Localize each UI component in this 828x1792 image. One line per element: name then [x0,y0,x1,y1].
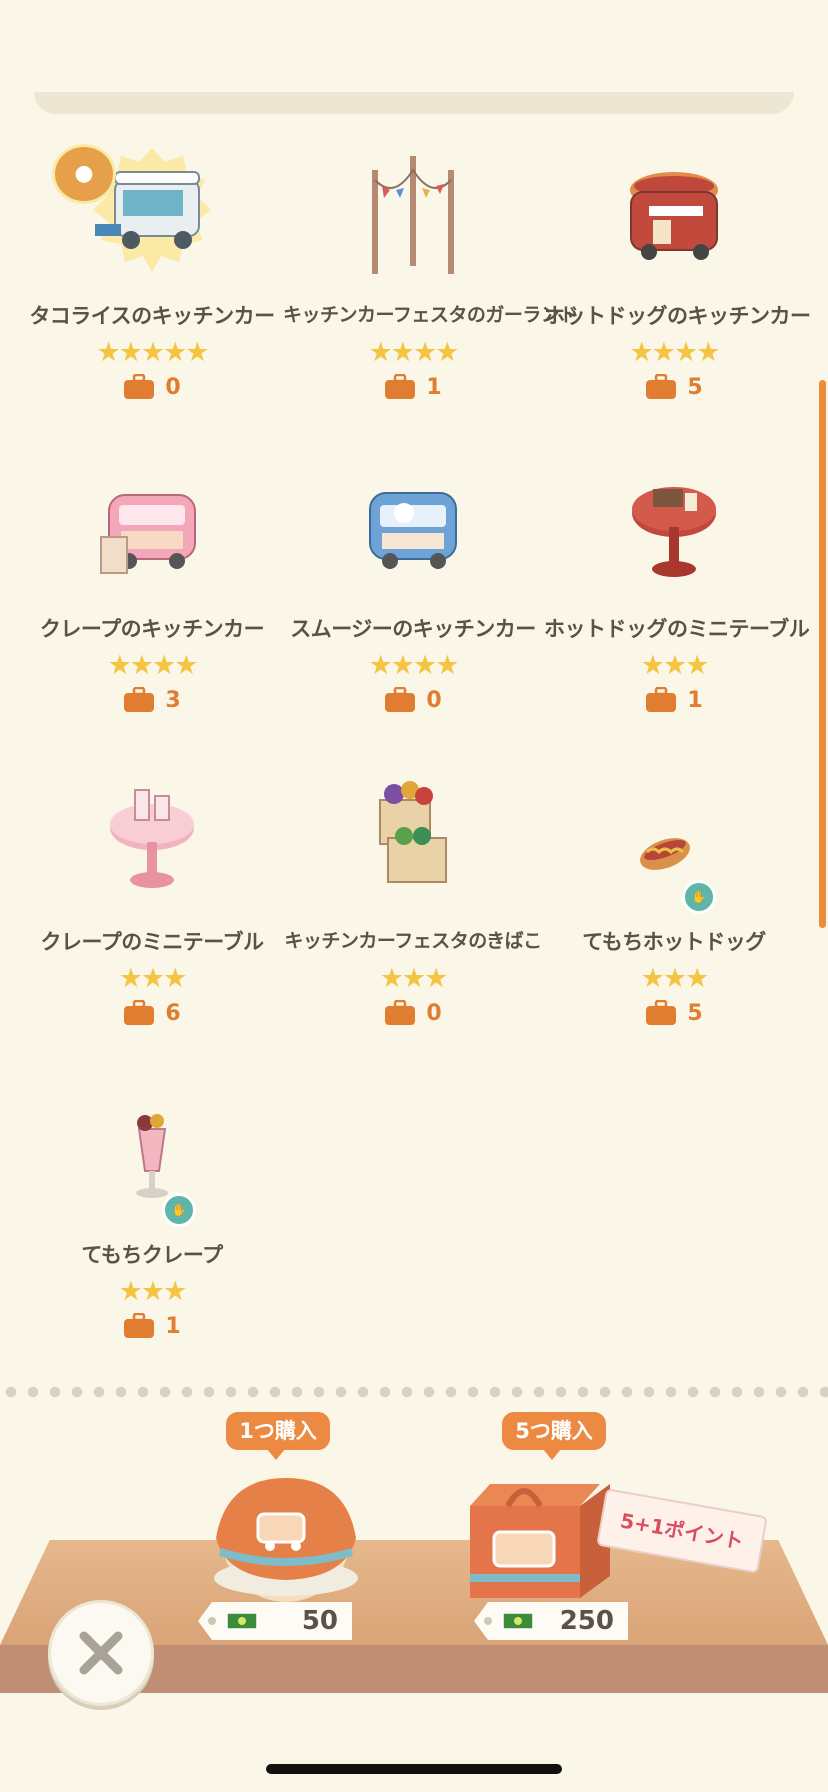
owned-count: 3 [165,687,181,713]
owned-count-row: 1 [283,372,543,402]
item-name: タコライスのキッチンカー [29,304,275,328]
crepe-kitchen-car-image [87,453,217,593]
owned-count-row: 3 [22,685,282,715]
leaf-ticket-icon [226,1612,258,1630]
owned-count: 1 [687,687,703,713]
suitcase-icon [646,374,677,399]
suitcase-icon [124,687,155,712]
hot-dog-kitchen-car-image [609,140,739,280]
smoothie-kitchen-car-image [348,453,478,593]
owned-count: 1 [165,1313,181,1339]
hand-badge-icon: ✋ [682,880,716,914]
item-card[interactable]: クレープのキッチンカー ★★★★ 3 [22,453,282,723]
suitcase-icon [124,374,155,399]
owned-count-row: 5 [544,998,804,1028]
suitcase-icon [646,1000,677,1025]
rarity-stars: ★★★ [118,1276,188,1307]
item-card[interactable]: クレープのミニテーブル ★★★ 6 [22,766,282,1036]
item-card[interactable]: キッチンカーフェスタのきばこ ★★★ 0 [283,766,543,1036]
owned-count-row: 5 [544,372,804,402]
item-name: クレープのミニテーブル [40,930,264,954]
item-name: ホットドッグのキッチンカー [544,304,811,328]
rarity-stars: ★★★ [118,963,188,994]
owned-count: 5 [687,1000,703,1026]
rarity-stars: ★★★★ [107,650,199,681]
rarity-stars: ★★★★ [368,650,460,681]
buy-five-price: 250 [559,1606,614,1636]
item-card[interactable]: ● タコライスのキッチンカー ★★★★★ 0 [22,140,282,410]
hot-dog-mini-table-image [609,453,739,593]
fortune-cookie-image[interactable] [196,1468,376,1602]
item-name: てもちクレープ [81,1243,223,1267]
crepe-mini-table-image [87,766,217,906]
buy-five-price-tag: 250 [474,1602,628,1640]
owned-count: 0 [426,687,442,713]
leaf-ticket-icon [502,1612,534,1630]
item-grid: ● タコライスのキッチンカー ★★★★★ 0 キッチンカーフェスタのガーランド … [0,0,828,1370]
owned-count-row: 1 [544,685,804,715]
hand-badge-icon: ✋ [162,1193,196,1227]
handheld-hot-dog-image [609,766,739,906]
owned-count: 6 [165,1000,181,1026]
suitcase-icon [124,1313,155,1338]
rarity-stars: ★★★★ [629,337,721,368]
villager-face-icon: ● [52,144,116,204]
close-button[interactable] [48,1600,154,1706]
close-icon [79,1631,123,1675]
handheld-crepe-image [87,1079,217,1219]
footer-area [0,1693,828,1792]
rarity-stars: ★★★ [379,963,449,994]
owned-count: 5 [687,374,703,400]
buy-five-label: 5つ購入 [502,1412,606,1460]
suitcase-icon [124,1000,155,1025]
owned-count: 0 [165,374,181,400]
item-card[interactable]: キッチンカーフェスタのガーランド ★★★★ 1 [283,140,578,410]
item-name: キッチンカーフェスタのガーランド [283,304,578,326]
item-card[interactable]: ✋ てもちホットドッグ ★★★ 5 [544,766,804,1036]
owned-count-row: 6 [22,998,282,1028]
suitcase-icon [646,687,677,712]
owned-count: 1 [426,374,442,400]
item-card[interactable]: ✋ てもちクレープ ★★★ 1 [22,1079,282,1349]
item-name: てもちホットドッグ [582,930,766,954]
rarity-stars: ★★★ [640,650,710,681]
rarity-stars: ★★★★ [368,337,460,368]
item-card[interactable]: ホットドッグのミニテーブル ★★★ 1 [544,453,810,723]
buy-one-price-tag: 50 [198,1602,352,1640]
item-card[interactable]: ホットドッグのキッチンカー ★★★★ 5 [544,140,811,410]
item-name: ホットドッグのミニテーブル [544,617,810,641]
item-name: クレープのキッチンカー [39,617,265,641]
buy-one-label: 1つ購入 [226,1412,330,1460]
owned-count-row: 0 [22,372,282,402]
item-name: キッチンカーフェスタのきばこ [284,930,542,952]
item-name: スムージーのキッチンカー [290,617,536,641]
home-indicator[interactable] [266,1764,562,1774]
owned-count-row: 0 [283,998,543,1028]
rarity-stars: ★★★★★ [96,337,209,368]
suitcase-icon [385,374,416,399]
suitcase-icon [385,687,416,712]
buy-one-price: 50 [301,1606,338,1636]
owned-count-row: 1 [22,1311,282,1341]
suitcase-icon [385,1000,416,1025]
section-divider [0,1386,828,1398]
kitchen-car-festa-garland-image [348,140,478,280]
item-card[interactable]: スムージーのキッチンカー ★★★★ 0 [283,453,543,723]
owned-count-row: 0 [283,685,543,715]
kitchen-car-festa-wooden-box-image [348,766,478,906]
owned-count: 0 [426,1000,442,1026]
rarity-stars: ★★★ [640,963,710,994]
